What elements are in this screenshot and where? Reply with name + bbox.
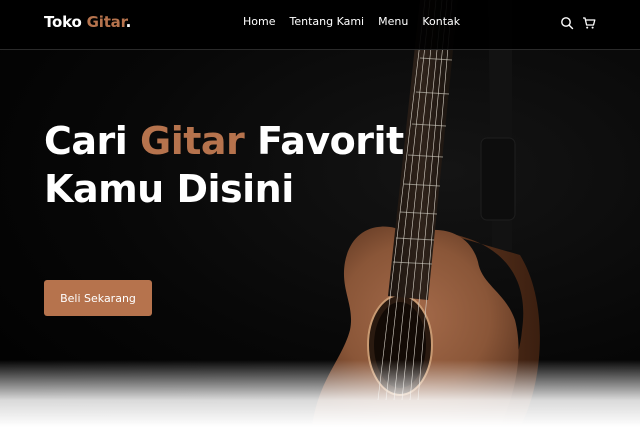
logo-dot: .: [125, 13, 132, 31]
nav-link-home[interactable]: Home: [243, 15, 275, 28]
bottom-fade: [0, 360, 640, 427]
hero-word-favorit: Favorit: [257, 119, 404, 163]
landing-page: Toko Gitar. Home Tentang Kami Menu Konta…: [0, 0, 640, 427]
nav-link-tentang-kami[interactable]: Tentang Kami: [289, 15, 364, 28]
nav-link-kontak[interactable]: Kontak: [422, 15, 460, 28]
hero-line1: Cari Gitar Favorit: [44, 119, 404, 163]
hero-heading: Cari Gitar Favorit Kamu Disini: [44, 117, 404, 213]
search-icon[interactable]: [560, 15, 574, 30]
hero-line2: Kamu Disini: [44, 167, 294, 211]
cart-icon[interactable]: [582, 15, 596, 29]
buy-now-button[interactable]: Beli Sekarang: [44, 280, 152, 316]
top-navbar: Toko Gitar. Home Tentang Kami Menu Konta…: [0, 0, 640, 50]
hero-word-gitar: Gitar: [140, 119, 245, 163]
nav-link-menu[interactable]: Menu: [378, 15, 408, 28]
main-nav: Home Tentang Kami Menu Kontak: [243, 15, 474, 28]
logo-text-accent: Gitar: [86, 13, 126, 31]
logo-text-main: Toko: [44, 13, 82, 31]
site-logo[interactable]: Toko Gitar.: [44, 13, 131, 31]
nav-icons: [560, 15, 596, 30]
hero-word-cari: Cari: [44, 119, 128, 163]
